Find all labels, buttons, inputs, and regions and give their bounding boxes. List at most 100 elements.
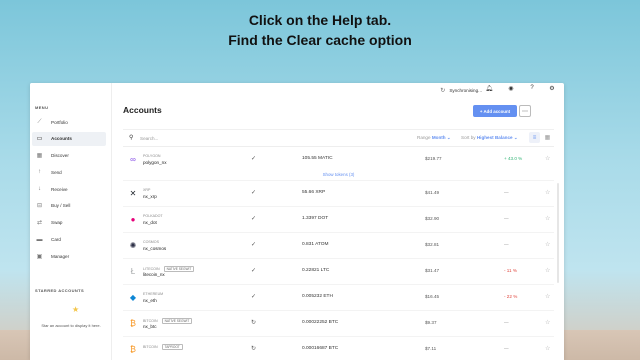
cosmos-icon: ✺ — [129, 241, 137, 250]
sync-status-icon: ↻ — [251, 346, 257, 352]
account-type-badge: TAPROOT — [161, 344, 183, 350]
star-toggle-icon[interactable]: ☆ — [545, 293, 550, 300]
star-toggle-icon[interactable]: ☆ — [545, 319, 550, 326]
sidebar-item-label: Send — [51, 169, 62, 175]
receive-icon: ↓ — [38, 186, 41, 193]
account-change: - 11 % — [504, 268, 517, 273]
sidebar-item-buy-sell[interactable]: ⊟ Buy / Sell — [32, 199, 106, 213]
account-row[interactable]: ◆ ETHEREUM nx_eth ✓ 0.005232 ETH $16.45 … — [123, 286, 554, 311]
account-fiat-value: $219.77 — [425, 156, 442, 161]
grid-view-icon[interactable]: ▦ — [542, 132, 553, 143]
sort-filter[interactable]: Sort by Highest Balance ⌄ — [461, 135, 518, 141]
sort-value: Highest Balance — [476, 135, 513, 140]
account-name: litecoin_nx — [143, 272, 165, 277]
more-options-button[interactable]: ⋯ — [519, 105, 531, 117]
sidebar-nav: ⟋ Portfolio ▭ Accounts ▦ Discover ↑ Send… — [32, 115, 106, 266]
litecoin-icon: Ł — [130, 267, 136, 276]
sync-label: Synchronising... — [449, 88, 482, 93]
star-toggle-icon[interactable]: ☆ — [545, 241, 550, 248]
eye-icon[interactable]: ◉ — [506, 85, 516, 92]
scrollbar[interactable] — [557, 183, 559, 283]
sync-icon: ↻ — [440, 88, 446, 94]
portfolio-icon: ⟋ — [37, 118, 42, 125]
account-ticker: COSMOS — [143, 240, 159, 244]
account-row[interactable]: ∞ POLYGON polygon_nx ✓ 105.55 MATIC $219… — [123, 148, 554, 181]
chevron-down-icon: ⌄ — [513, 135, 518, 140]
polkadot-icon: ● — [130, 215, 136, 224]
account-fiat-value: $32.81 — [425, 242, 440, 247]
account-ticker: XRP — [143, 188, 151, 192]
star-icon: ★ — [72, 305, 80, 314]
account-name: nx_btc — [143, 324, 157, 329]
bell-icon[interactable]: 🔔︎ — [484, 85, 494, 92]
sync-status-icon: ↻ — [251, 320, 257, 326]
account-change: — — [504, 242, 509, 247]
account-balance: 1.3397 DOT — [302, 216, 329, 221]
account-row[interactable]: ● POLKADOT nx_dot ✓ 1.3397 DOT $32.90 — … — [123, 208, 554, 233]
sidebar-item-send[interactable]: ↑ Send — [32, 165, 106, 179]
menu-title: MENU — [35, 105, 49, 110]
topbar: ↻ Synchronising... 🔔︎ ◉ ? ⚙ — [112, 83, 564, 97]
sync-status-icon: ✓ — [251, 216, 257, 222]
account-ticker-text: BITCOIN — [143, 345, 158, 349]
account-ticker: ETHEREUM — [143, 292, 164, 296]
star-toggle-icon[interactable]: ☆ — [545, 155, 550, 162]
sync-status-icon: ✓ — [251, 242, 257, 248]
settings-icon[interactable]: ⚙ — [547, 85, 557, 92]
discover-icon: ▦ — [36, 153, 43, 160]
account-row[interactable]: ✕ XRP nx_xrp ✓ 55.66 XRP $41.49 — ☆ — [123, 182, 554, 207]
sidebar-item-label: Receive — [51, 186, 68, 192]
account-fiat-value: $9.37 — [425, 320, 437, 325]
sidebar-item-manager[interactable]: ▣ Manager — [32, 249, 106, 263]
starred-accounts-title: STARRED ACCOUNTS — [35, 288, 85, 293]
sidebar-item-accounts[interactable]: ▭ Accounts — [32, 131, 106, 146]
list-view-icon[interactable]: ≡ — [529, 132, 540, 143]
account-ticker: POLKADOT — [143, 214, 163, 218]
account-ticker: BITCOIN TAPROOT — [143, 344, 183, 350]
sync-status-icon: ✓ — [251, 190, 257, 196]
sidebar-item-swap[interactable]: ⇄ Swap — [32, 216, 106, 230]
account-change: — — [504, 190, 509, 195]
add-account-button[interactable]: + Add account — [473, 105, 517, 117]
account-ticker-text: BITCOIN — [143, 319, 158, 323]
account-name: nx_dot — [143, 220, 157, 225]
star-toggle-icon[interactable]: ☆ — [545, 267, 550, 274]
range-filter[interactable]: Range Month ⌄ — [417, 135, 451, 141]
sidebar-item-discover[interactable]: ▦ Discover — [32, 149, 106, 163]
sidebar-item-receive[interactable]: ↓ Receive — [32, 182, 106, 196]
bitcoin-icon: ₿ — [130, 319, 136, 328]
account-balance: 0.00022252 BTC — [302, 320, 339, 325]
manager-icon: ▣ — [36, 253, 43, 260]
sync-status[interactable]: ↻ Synchronising... — [440, 87, 482, 94]
account-type-badge: NATIVE SEGWIT — [163, 266, 195, 272]
instruction-overlay: Click on the Help tab. Find the Clear ca… — [0, 10, 640, 50]
swap-icon: ⇄ — [36, 220, 43, 227]
star-toggle-icon[interactable]: ☆ — [545, 189, 550, 196]
accounts-panel: ⚲ Range Month ⌄ Sort by Highest Balance … — [123, 129, 554, 360]
sidebar-item-portfolio[interactable]: ⟋ Portfolio — [32, 115, 106, 129]
sync-status-icon: ✓ — [251, 156, 257, 162]
account-row[interactable]: ₿ BITCOIN TAPROOT ↻ 0.00016687 BTC $7.11… — [123, 338, 554, 360]
account-name: nx_xrp — [143, 194, 157, 199]
help-icon[interactable]: ? — [527, 85, 537, 91]
sidebar-item-card[interactable]: ▬ Card — [32, 233, 106, 247]
account-row[interactable]: ✺ COSMOS nx_cosmos ✓ 0.831 ATOM $32.81 —… — [123, 234, 554, 259]
polygon-icon: ∞ — [130, 155, 136, 164]
sidebar-item-label: Accounts — [51, 136, 72, 142]
search-input[interactable] — [140, 134, 230, 143]
account-fiat-value: $16.45 — [425, 294, 440, 299]
card-icon: ▬ — [36, 236, 43, 243]
starred-empty-text: Star an account to display it here. — [41, 323, 101, 328]
accounts-icon: ▭ — [36, 136, 43, 143]
app-window: MENU ⟋ Portfolio ▭ Accounts ▦ Discover ↑… — [30, 83, 564, 360]
account-balance: 105.55 MATIC — [302, 156, 333, 161]
account-row[interactable]: Ł LITECOIN NATIVE SEGWIT litecoin_nx ✓ 0… — [123, 260, 554, 285]
account-row[interactable]: ₿ BITCOIN NATIVE SEGWIT nx_btc ↻ 0.00022… — [123, 312, 554, 337]
star-toggle-icon[interactable]: ☆ — [545, 345, 550, 352]
account-fiat-value: $32.90 — [425, 216, 440, 221]
account-balance: 0.831 ATOM — [302, 242, 329, 247]
star-toggle-icon[interactable]: ☆ — [545, 215, 550, 222]
show-tokens-link[interactable]: Show tokens (3) — [123, 172, 554, 177]
sort-label: Sort by — [461, 135, 476, 140]
xrp-icon: ✕ — [129, 189, 137, 198]
